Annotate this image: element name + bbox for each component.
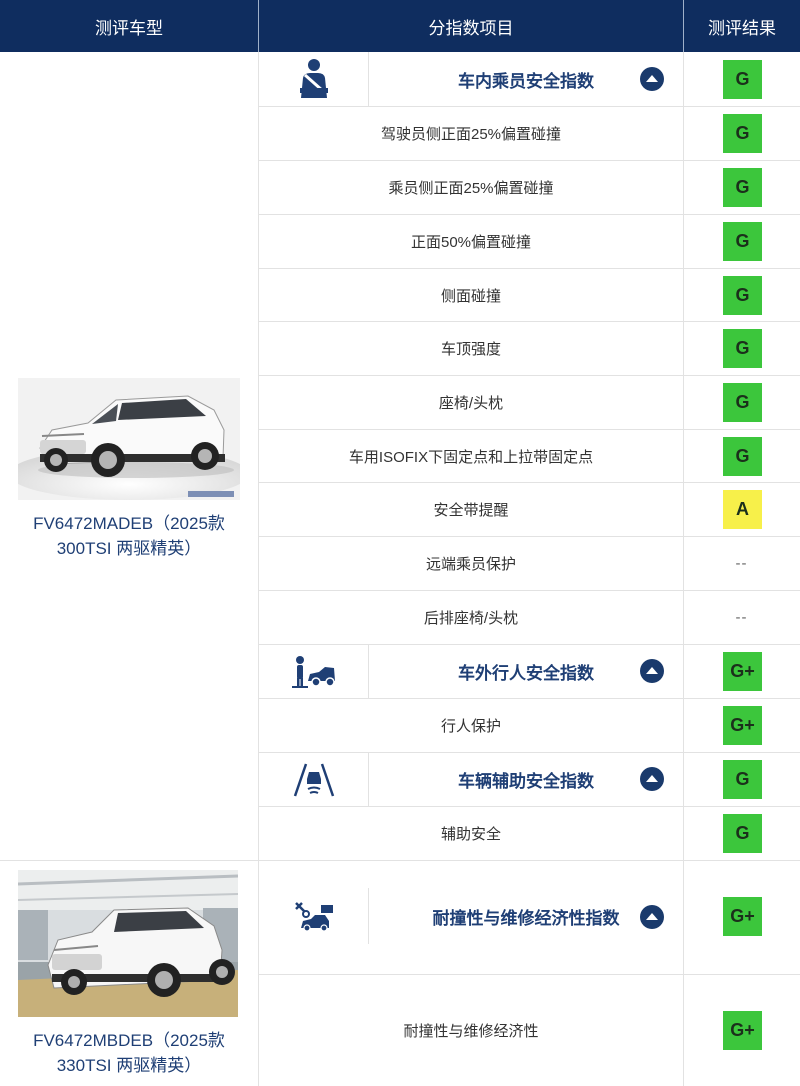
rating-badge: G+ [723,1011,762,1050]
table-row: 行人保护 [440,718,501,735]
rating-badge: G [723,814,762,853]
rating-badge: G [723,383,762,422]
category-title: 车外行人安全指数 [458,664,594,683]
collapse-toggle-icon[interactable] [640,659,664,683]
table-row: 远端乘员保护 [425,556,516,573]
category-title: 车内乘员安全指数 [458,71,594,91]
rating-badge: A [723,490,762,529]
seatbelt-occupant-icon [259,52,368,106]
pedestrian-car-icon [259,645,368,698]
table-header: 测评车型 分指数项目 测评结果 [0,0,800,52]
rating-badge: G [723,276,762,315]
rating-badge: G [723,760,762,799]
car-image [18,870,238,1017]
model-name-line: FV6472MADEB（2025款 [33,514,225,533]
repair-tools-icon [259,888,368,944]
model-name: FV6472MBDEB（2025款 330TSI 两驱精英） [0,1028,258,1078]
table-row: 正面50%偏置碰撞 [410,234,532,251]
table-row: 座椅/头枕 [438,395,504,412]
rating-badge: G [723,114,762,153]
rating-badge: G+ [723,897,762,936]
rating-badge: G [723,222,762,261]
rating-badge: G [723,168,762,207]
model-name-line: 330TSI 两驱精英） [56,1056,202,1075]
rating-badge: G [723,329,762,368]
table-row: 耐撞性与维修经济性 [403,1023,539,1040]
category-title: 车辆辅助安全指数 [458,772,594,791]
table-row: 驾驶员侧正面25%偏置碰撞 [380,126,562,143]
model-name-line: 300TSI 两驱精英） [56,539,202,558]
table-row: 后排座椅/头枕 [423,610,519,627]
lane-assist-icon [259,753,368,806]
table-row: 安全带提醒 [433,502,509,519]
collapse-toggle-icon[interactable] [640,67,664,91]
rating-badge: G+ [723,706,762,745]
rating-badge: G [723,60,762,99]
collapse-toggle-icon[interactable] [640,767,664,791]
rating-empty: -- [735,609,748,626]
header-result: 测评结果 [708,18,776,38]
category-title: 耐撞性与维修经济性指数 [432,908,620,928]
table-row: 乘员侧正面25%偏置碰撞 [388,180,554,197]
grid-line [0,860,800,861]
table-row: 辅助安全 [440,826,501,843]
table-row: 车顶强度 [440,341,501,358]
rating-badge: G+ [723,652,762,691]
header-items: 分指数项目 [428,18,514,38]
header-model: 测评车型 [95,18,163,38]
rating-empty: -- [735,555,748,572]
collapse-toggle-icon[interactable] [640,905,664,929]
table-row: 车用ISOFIX下固定点和上拉带固定点 [348,448,594,466]
model-name-line: FV6472MBDEB（2025款 [33,1031,225,1050]
car-image [18,378,240,500]
table-row: 侧面碰撞 [440,287,501,305]
rating-badge: G [723,437,762,476]
model-name: FV6472MADEB（2025款 300TSI 两驱精英） [0,511,258,561]
